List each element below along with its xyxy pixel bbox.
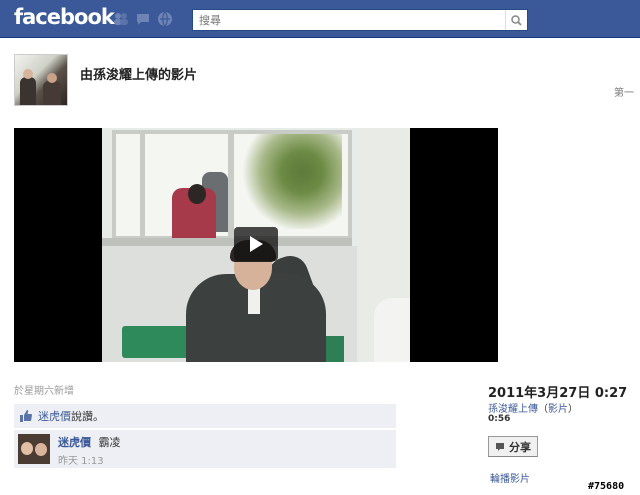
share-icon <box>496 442 504 451</box>
likes-bar: 迷虎價說讚。 <box>14 404 396 428</box>
watermark: #75680 <box>588 481 625 492</box>
comment-item: 迷虎價 霸凌 昨天 1:13 <box>14 430 396 468</box>
video-duration: 0:56 <box>488 414 511 424</box>
uploader-profile-picture[interactable] <box>14 54 68 106</box>
search-button[interactable] <box>505 10 527 30</box>
rotate-video-link[interactable]: 輪播影片 <box>490 470 530 485</box>
share-button[interactable]: 分享 <box>488 436 538 457</box>
comment-author-link[interactable]: 迷虎價 <box>58 436 91 449</box>
uploader-line: 孫浚耀上傳（影片） <box>488 400 578 415</box>
paren-close: ） <box>568 404 578 415</box>
search-box <box>192 9 528 31</box>
video-player[interactable] <box>14 128 498 362</box>
facebook-logo[interactable]: facebook <box>14 5 115 29</box>
comment-text: 霸凌 <box>98 436 121 449</box>
top-bar: facebook <box>0 0 640 38</box>
thumbs-up-icon <box>20 410 32 422</box>
share-label: 分享 <box>509 440 531 454</box>
added-date: 於星期六新增 <box>14 386 74 397</box>
play-button[interactable] <box>234 227 278 261</box>
jewel-bar <box>112 10 174 28</box>
notifications-icon[interactable] <box>156 10 174 28</box>
search-icon <box>511 14 522 26</box>
messages-icon[interactable] <box>134 10 152 28</box>
page-title: 由孫浚耀上傳的影片 <box>80 68 198 83</box>
videos-link[interactable]: 影片 <box>548 404 568 415</box>
page-nav-text[interactable]: 第一 <box>614 84 634 99</box>
comment-timestamp[interactable]: 昨天 1:13 <box>58 452 104 467</box>
paren-open: （ <box>538 404 548 415</box>
likes-suffix: 說讚。 <box>71 410 104 423</box>
commenter-avatar[interactable] <box>18 434 50 464</box>
liker-link[interactable]: 迷虎價 <box>38 410 71 423</box>
search-input[interactable] <box>193 10 503 30</box>
upload-date: 2011年3月27日 0:27 <box>488 386 628 401</box>
play-icon <box>250 236 263 252</box>
friend-requests-icon[interactable] <box>112 10 130 28</box>
